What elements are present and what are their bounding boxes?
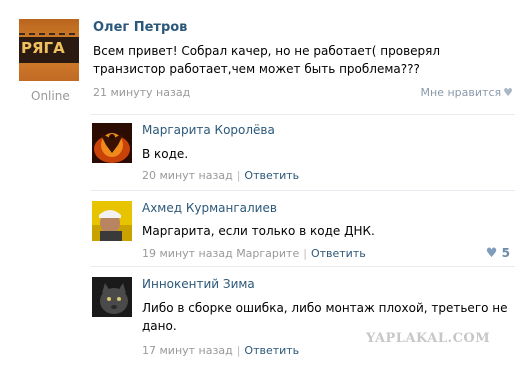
meta-separator: | [303,247,307,260]
comment-item: Маргарита Королёва В коде. 20 минут наза… [91,114,515,190]
comment-meta: 19 минут назад Маргарите | Ответить [142,247,366,260]
comment-avatar[interactable] [92,277,132,317]
comment-divider [91,190,515,191]
comment-text: В коде. [142,147,189,161]
comment-author-name[interactable]: Ахмед Курмангалиев [142,201,277,215]
comment-avatar[interactable] [92,123,132,163]
cat-avatar-icon [92,277,132,317]
comment-timestamp[interactable]: 19 минут назад [142,247,233,260]
reply-button[interactable]: Ответить [244,169,299,182]
comment-like-button[interactable]: ♥ 5 [486,246,510,261]
comment-avatar[interactable] [92,201,132,241]
comment-meta: 20 минут назад | Ответить [142,169,299,182]
post-author-name[interactable]: Олег Петров [93,20,187,35]
comment-timestamp[interactable]: 20 минут назад [142,169,233,182]
like-button[interactable]: Мне нравится ♥ [421,86,513,99]
like-label: Мне нравится [420,86,502,99]
comment-timestamp[interactable]: 17 минут назад [142,344,233,357]
post-text: Всем привет! Собрал качер, но не работае… [93,44,441,76]
comment-meta: 17 минут назад | Ответить [142,344,299,357]
comment-divider [91,266,515,267]
online-status: Online [31,89,70,103]
post-author-avatar[interactable]: РЯГА [19,19,79,81]
comment-author-name[interactable]: Маргарита Королёва [142,123,275,137]
heart-icon: ♥ [485,246,498,261]
comment-like-count: 5 [501,246,510,260]
avatar-logo-text: РЯГА [21,39,65,57]
comment-item: Иннокентий Зима Либо в сборке ошибка, ли… [91,266,515,366]
comment-text: Маргарита, если только в коде ДНК. [142,224,375,238]
meta-separator: | [236,169,241,182]
heart-icon: ♥ [503,86,513,99]
fire-figure-avatar-icon [92,123,132,163]
comment-item: Ахмед Курмангалиев Маргарита, если тольк… [91,190,515,266]
person-in-cap-avatar-icon [92,201,132,241]
meta-separator: | [236,344,241,357]
post-timestamp[interactable]: 21 минуту назад [93,86,190,99]
reply-to-name[interactable]: Маргарите [236,247,299,260]
reply-button[interactable]: Ответить [311,247,366,260]
site-watermark: YAPLAKAL.COM [366,331,491,346]
comment-divider [91,114,515,115]
comment-author-name[interactable]: Иннокентий Зима [142,277,255,291]
comment-text: Либо в сборке ошибка, либо монтаж плохой… [142,301,508,333]
avatar-barbed-wire [19,33,79,35]
reply-button[interactable]: Ответить [244,344,299,357]
